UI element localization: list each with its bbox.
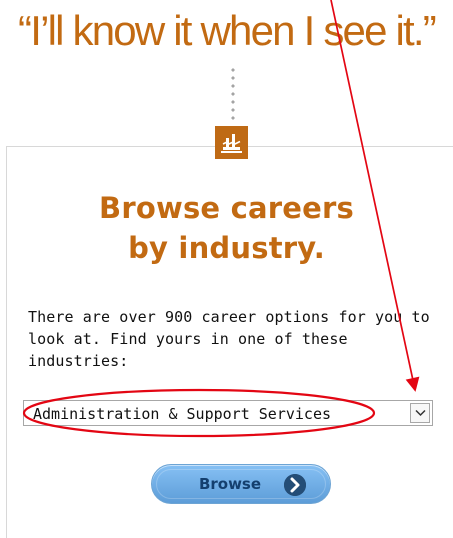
industry-heading-line-1: Browse careers <box>99 191 354 225</box>
industry-select[interactable]: Administration & Support Services <box>23 400 433 426</box>
factory-icon <box>215 126 248 159</box>
career-browse-page: “I’ll know it when I see it.” Browse car… <box>0 0 453 538</box>
arrow-right-circle-icon <box>284 474 306 496</box>
industry-heading: Browse careers by industry. <box>0 188 453 268</box>
chevron-down-icon[interactable] <box>410 403 430 423</box>
browse-button[interactable]: Browse <box>151 464 331 504</box>
dotted-connector <box>231 66 235 122</box>
industry-description: There are over 900 career options for yo… <box>28 308 430 370</box>
browse-button-label: Browse <box>198 475 262 493</box>
industry-select-value: Administration & Support Services <box>33 405 332 423</box>
industry-heading-line-2: by industry. <box>128 231 325 265</box>
intro-quote: “I’ll know it when I see it.” <box>18 7 437 54</box>
